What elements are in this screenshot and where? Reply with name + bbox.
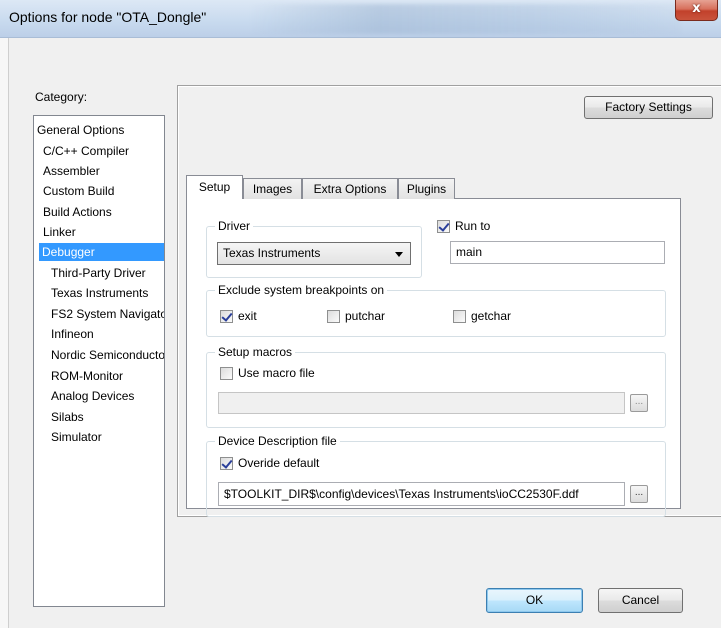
macro-file-input[interactable] [218,392,625,414]
device-file-path-value: $TOOLKIT_DIR$\config\devices\Texas Instr… [224,487,579,501]
close-button[interactable]: x [675,0,718,21]
category-item-analog-devices[interactable]: Analog Devices [48,387,137,405]
tab-setup[interactable]: Setup [186,175,243,199]
exit-label: exit [238,309,257,323]
category-item-rom-monitor[interactable]: ROM-Monitor [48,367,126,385]
cancel-button[interactable]: Cancel [598,588,683,613]
device-file-path-input[interactable]: $TOOLKIT_DIR$\config\devices\Texas Instr… [218,482,625,506]
title-bar-background-blur [250,4,680,34]
category-item-infineon[interactable]: Infineon [48,325,97,343]
tab-plugins[interactable]: Plugins [398,178,455,199]
category-item-custom-build[interactable]: Custom Build [40,182,117,200]
override-default-label: Overide default [238,456,320,470]
getchar-checkbox[interactable] [453,310,466,323]
driver-select-value: Texas Instruments [223,246,321,260]
category-item-debugger[interactable]: Debugger [39,243,164,261]
category-tree[interactable]: General Options C/C++ Compiler Assembler… [33,115,165,607]
getchar-label: getchar [471,309,512,323]
exit-checkbox[interactable] [220,310,233,323]
use-macro-file-label: Use macro file [238,366,315,380]
driver-group-title: Driver [215,219,253,233]
putchar-checkbox[interactable] [327,310,340,323]
category-item-c-compiler[interactable]: C/C++ Compiler [40,142,132,160]
category-item-texas-instruments[interactable]: Texas Instruments [48,284,151,302]
setup-macros-group [206,352,666,428]
tab-images[interactable]: Images [243,178,302,199]
category-item-silabs[interactable]: Silabs [48,408,87,426]
putchar-label: putchar [345,309,386,323]
driver-select[interactable]: Texas Instruments [217,242,411,265]
category-label: Category: [35,90,88,104]
factory-settings-button[interactable]: Factory Settings [584,96,713,119]
ok-button[interactable]: OK [486,588,583,613]
use-macro-file-checkbox[interactable] [220,367,233,380]
run-to-value: main [456,245,483,259]
run-to-label: Run to [455,219,491,233]
category-item-linker[interactable]: Linker [40,223,79,241]
category-item-simulator[interactable]: Simulator [48,428,105,446]
category-item-nordic-semiconductor[interactable]: Nordic Semiconductor [48,346,164,364]
category-item-third-party-driver[interactable]: Third-Party Driver [48,264,149,282]
category-item-fs2-system-navigator[interactable]: FS2 System Navigator [48,305,164,323]
window-title: Options for node "OTA_Dongle" [9,9,207,25]
chevron-down-icon [395,252,403,257]
category-item-assembler[interactable]: Assembler [40,162,103,180]
window-left-frame [0,38,9,628]
macro-browse-button[interactable]: ... [630,394,648,412]
tab-extra-options[interactable]: Extra Options [302,178,398,199]
exclude-breakpoints-group [206,290,666,337]
device-browse-button[interactable]: ... [630,485,648,503]
category-item-general-options[interactable]: General Options [34,121,127,139]
category-item-build-actions[interactable]: Build Actions [40,203,115,221]
override-default-checkbox[interactable] [220,457,233,470]
run-to-input[interactable]: main [450,241,665,264]
setup-macros-title: Setup macros [215,345,296,359]
run-to-checkbox[interactable] [437,220,450,233]
close-icon: x [692,1,701,16]
device-description-title: Device Description file [215,434,340,448]
exclude-breakpoints-title: Exclude system breakpoints on [215,283,388,297]
